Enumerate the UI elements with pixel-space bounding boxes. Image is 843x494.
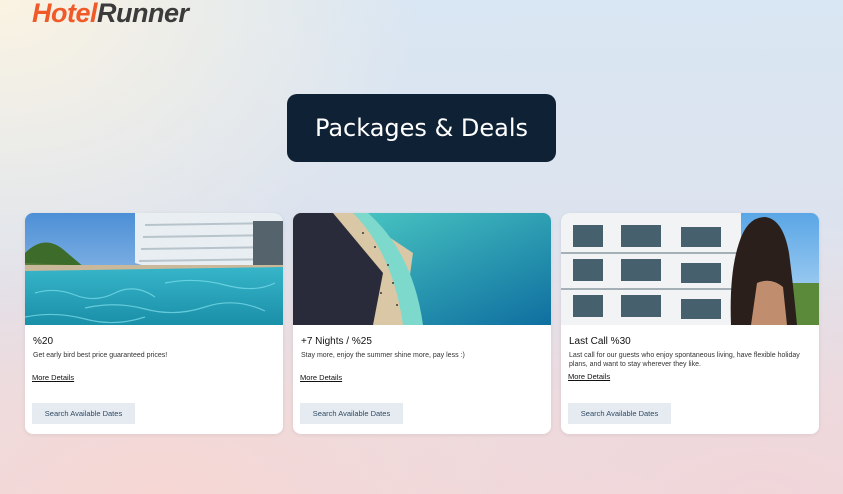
page-title-text: Packages & Deals (314, 114, 529, 142)
beach-photo (293, 213, 551, 325)
deal-card-last-call: Last Call %30 Last call for our guests w… (561, 213, 819, 434)
hotel-photo (561, 213, 819, 325)
logo-part-hotel: Hotel (32, 0, 98, 28)
more-details-link[interactable]: More Details (300, 373, 342, 382)
deal-card-7-nights: +7 Nights / %25 Stay more, enjoy the sum… (293, 213, 551, 434)
pool-photo (25, 213, 283, 325)
card-body: +7 Nights / %25 Stay more, enjoy the sum… (293, 325, 551, 434)
card-title: +7 Nights / %25 (301, 336, 372, 347)
card-description: Get early bird best price guaranteed pri… (33, 352, 168, 359)
hotelrunner-logo[interactable]: HotelRunner (32, 0, 189, 29)
deal-card-early-bird: %20 Get early bird best price guaranteed… (25, 213, 283, 434)
card-description: Stay more, enjoy the summer shine more, … (301, 352, 465, 359)
card-title: %20 (33, 336, 54, 347)
more-details-link[interactable]: More Details (32, 373, 74, 382)
card-description: Last call for our guests who enjoy spont… (569, 352, 800, 368)
search-available-dates-button[interactable]: Search Available Dates (568, 403, 671, 424)
search-available-dates-button[interactable]: Search Available Dates (300, 403, 403, 424)
search-available-dates-button[interactable]: Search Available Dates (32, 403, 135, 424)
card-body: %20 Get early bird best price guaranteed… (25, 325, 283, 434)
card-body: Last Call %30 Last call for our guests w… (561, 325, 819, 434)
more-details-link[interactable]: More Details (568, 372, 610, 381)
page-title: Packages & Deals (287, 94, 556, 162)
logo-part-runner: Runner (97, 0, 189, 28)
card-title: Last Call %30 (569, 336, 631, 347)
